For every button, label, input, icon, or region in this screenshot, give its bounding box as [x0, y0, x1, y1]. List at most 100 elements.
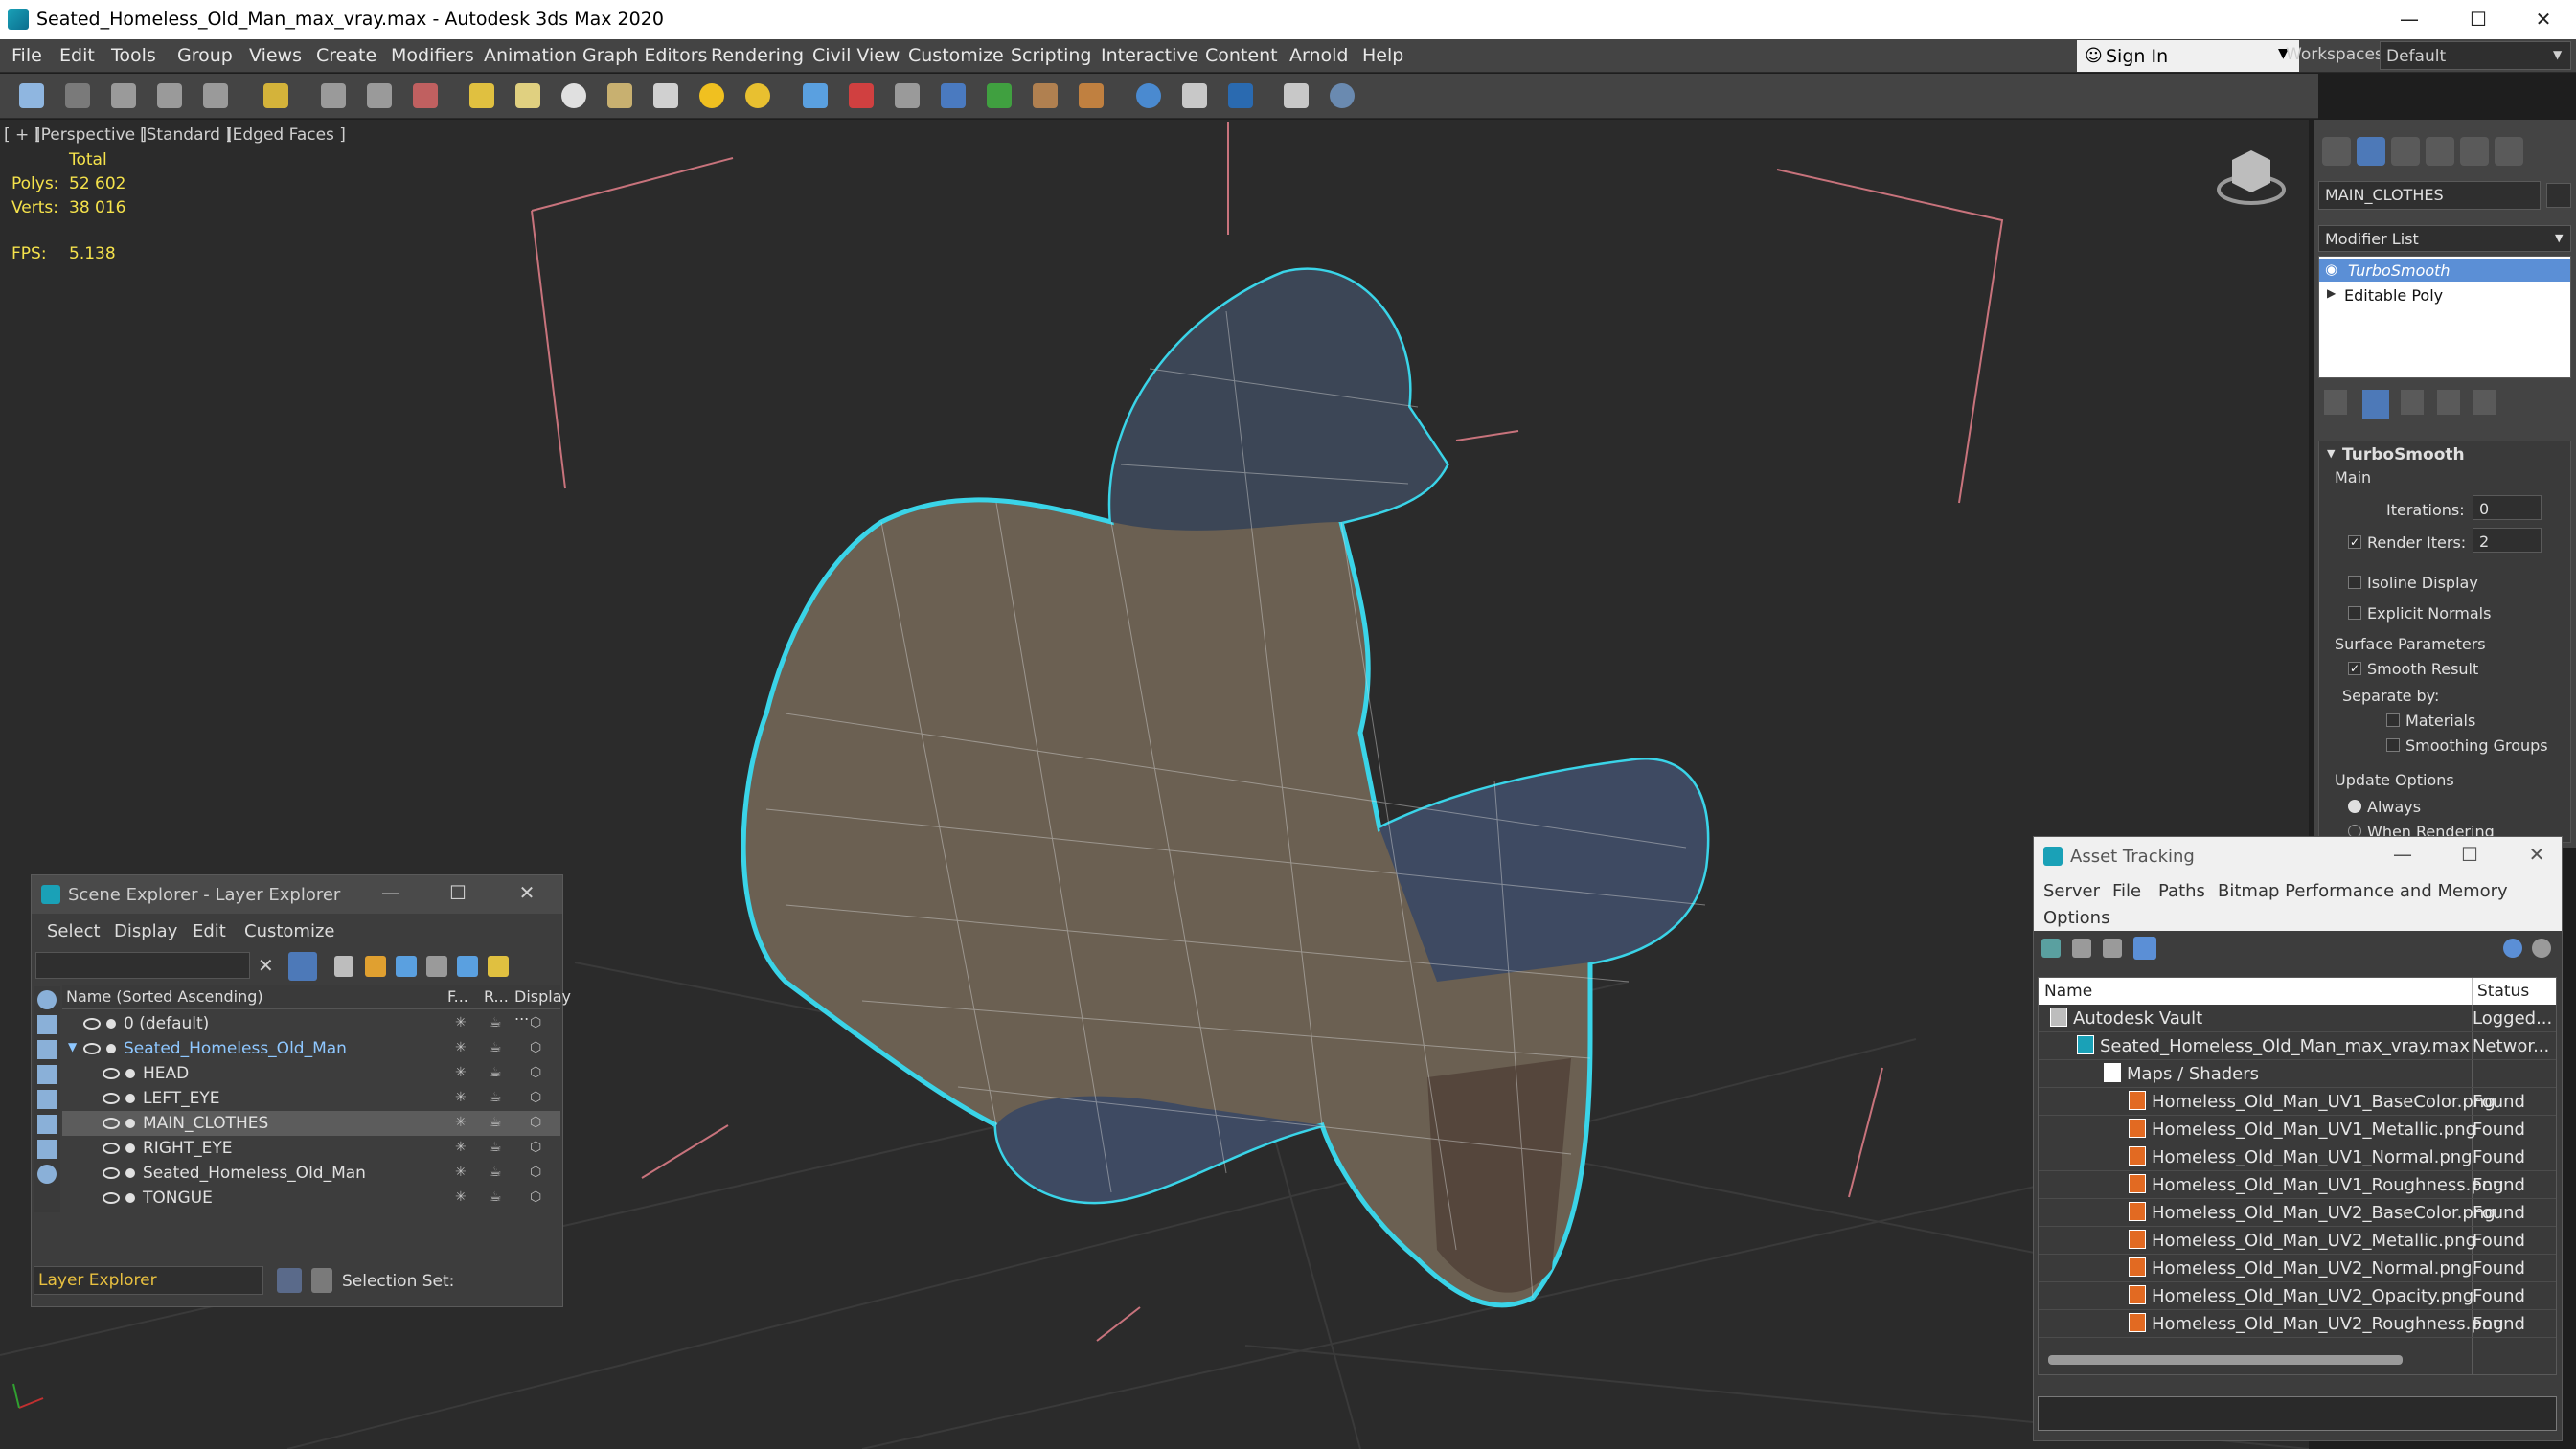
- menu-edit[interactable]: Edit: [59, 45, 95, 66]
- menu-interactive[interactable]: Interactive: [1101, 45, 1198, 66]
- shape-filter-icon[interactable]: [37, 1015, 57, 1034]
- rollout-title[interactable]: TurboSmooth: [2342, 445, 2465, 464]
- light-icon[interactable]: [699, 83, 724, 108]
- sphere-icon[interactable]: [561, 83, 586, 108]
- object-color-swatch[interactable]: [2546, 183, 2571, 208]
- column-freeze[interactable]: F...: [447, 987, 468, 1006]
- utilities-tab-icon[interactable]: [2495, 137, 2523, 166]
- asset-row[interactable]: Maps / Shaders: [2039, 1060, 2556, 1088]
- layer-row[interactable]: LEFT_EYE ✳ ☕ ⬡: [62, 1086, 560, 1111]
- render-icon[interactable]: ☕: [490, 1090, 505, 1105]
- geometry-filter-icon[interactable]: [37, 990, 57, 1009]
- explorer-search-input[interactable]: [35, 952, 250, 979]
- rotate-icon[interactable]: [367, 83, 392, 108]
- viewcube[interactable]: [2217, 150, 2286, 205]
- menu-civil-view[interactable]: Civil View: [812, 45, 900, 66]
- asset-row[interactable]: Homeless_Old_Man_UV1_Roughness.png Found: [2039, 1171, 2556, 1199]
- asset-menu-file[interactable]: File: [2112, 881, 2141, 901]
- freeze-icon[interactable]: ✳: [455, 1165, 470, 1180]
- layer-row[interactable]: ▼ Seated_Homeless_Old_Man ✳ ☕ ⬡: [62, 1036, 560, 1061]
- layers-toggle-icon[interactable]: [277, 1268, 302, 1293]
- object-name-field[interactable]: MAIN_CLOTHES: [2318, 181, 2541, 210]
- eye-icon[interactable]: [103, 1143, 120, 1154]
- freeze-icon[interactable]: ✳: [455, 1065, 470, 1080]
- hair-icon[interactable]: [1079, 83, 1104, 108]
- freeze-icon[interactable]: ✳: [455, 1189, 470, 1205]
- modify-tab-icon[interactable]: [2357, 137, 2385, 166]
- eye-icon[interactable]: [103, 1167, 120, 1179]
- maximize-button[interactable]: ☐: [444, 881, 472, 908]
- helper-icon[interactable]: [895, 83, 920, 108]
- grid-icon[interactable]: [803, 83, 828, 108]
- layer-row[interactable]: HEAD ✳ ☕ ⬡: [62, 1061, 560, 1086]
- layers-icon[interactable]: [457, 956, 478, 977]
- render-icon[interactable]: ☕: [490, 1065, 505, 1080]
- isoline-display-checkbox[interactable]: [2348, 576, 2361, 589]
- helper-filter-icon[interactable]: [37, 1090, 57, 1109]
- box-icon[interactable]: [469, 83, 494, 108]
- menu-customize[interactable]: Customize: [908, 45, 1004, 66]
- hierarchy-tab-icon[interactable]: [2391, 137, 2420, 166]
- asset-row[interactable]: Homeless_Old_Man_UV2_BaseColor.png Found: [2039, 1199, 2556, 1227]
- display-icon[interactable]: ⬡: [530, 1189, 545, 1205]
- configure-modifier-sets-icon[interactable]: [2473, 390, 2496, 415]
- scene-explorer-title-bar[interactable]: Scene Explorer - Layer Explorer — ☐ ✕: [32, 875, 562, 914]
- asset-menu-bitmap-performance[interactable]: Bitmap Performance and Memory: [2218, 881, 2508, 901]
- link-icon[interactable]: [111, 83, 136, 108]
- pin-stack-icon[interactable]: [2324, 390, 2347, 415]
- redo-icon[interactable]: [65, 83, 90, 108]
- asset-menu-options[interactable]: Options: [2043, 908, 2109, 928]
- table-view-icon[interactable]: [2133, 937, 2156, 960]
- minimize-button[interactable]: —: [376, 881, 405, 908]
- display-icon[interactable]: ⬡: [530, 1090, 545, 1105]
- cylinder-icon[interactable]: [515, 83, 540, 108]
- hierarchy-icon[interactable]: [426, 956, 447, 977]
- column-name[interactable]: Name: [2044, 982, 2092, 1001]
- asset-row[interactable]: Seated_Homeless_Old_Man_max_vray.max Netw…: [2039, 1032, 2556, 1060]
- close-button[interactable]: ✕: [2510, 0, 2576, 39]
- eye-icon[interactable]: [103, 1068, 120, 1079]
- explorer-menu-edit[interactable]: Edit: [193, 921, 226, 941]
- render-icon[interactable]: ☕: [490, 1165, 505, 1180]
- explorer-menu-display[interactable]: Display: [114, 921, 177, 941]
- xref-filter-icon[interactable]: [37, 1165, 57, 1184]
- render-setup-icon[interactable]: [1182, 83, 1207, 108]
- light-filter-icon[interactable]: [37, 1040, 57, 1059]
- freeze-icon[interactable]: ✳: [455, 1040, 470, 1055]
- plant-icon[interactable]: [987, 83, 1012, 108]
- eye-icon[interactable]: [103, 1118, 120, 1129]
- menu-content[interactable]: Content: [1205, 45, 1278, 66]
- layer-row[interactable]: Seated_Homeless_Old_Man ✳ ☕ ⬡: [62, 1161, 560, 1186]
- render-iters-checkbox[interactable]: ✓: [2348, 535, 2361, 549]
- render-icon[interactable]: ☕: [490, 1189, 505, 1205]
- help-icon[interactable]: [1330, 83, 1355, 108]
- space-warp-filter-icon[interactable]: [37, 1115, 57, 1134]
- asset-menu-paths[interactable]: Paths: [2158, 881, 2205, 901]
- asset-path-field[interactable]: [2038, 1396, 2557, 1431]
- column-render[interactable]: R...: [484, 987, 509, 1006]
- space-warp-icon[interactable]: [941, 83, 966, 108]
- scale-icon[interactable]: [413, 83, 438, 108]
- render-icon[interactable]: ☕: [490, 1040, 505, 1055]
- iterations-spinner[interactable]: 0: [2473, 495, 2542, 520]
- asset-row[interactable]: Homeless_Old_Man_UV2_Normal.png Found: [2039, 1255, 2556, 1282]
- asset-row[interactable]: Homeless_Old_Man_UV1_Metallic.png Found: [2039, 1116, 2556, 1143]
- asset-row[interactable]: Homeless_Old_Man_UV2_Opacity.png Found: [2039, 1282, 2556, 1310]
- display-icon[interactable]: ⬡: [530, 1040, 545, 1055]
- menu-graph-editors[interactable]: Graph Editors: [582, 45, 707, 66]
- create-layer-icon[interactable]: [365, 956, 386, 977]
- refresh-icon[interactable]: [2041, 939, 2061, 958]
- undo-icon[interactable]: [19, 83, 44, 108]
- cone-icon[interactable]: [653, 83, 678, 108]
- eye-icon[interactable]: ◉: [2325, 260, 2337, 278]
- maximize-button[interactable]: ☐: [2455, 843, 2484, 870]
- menu-group[interactable]: Group: [177, 45, 233, 66]
- close-button[interactable]: ✕: [513, 881, 541, 908]
- explorer-menu-select[interactable]: Select: [47, 921, 101, 941]
- explicit-normals-checkbox[interactable]: [2348, 606, 2361, 620]
- layer-row[interactable]: 0 (default) ✳ ☕ ⬡: [62, 1011, 560, 1036]
- highlight-icon[interactable]: [488, 956, 509, 977]
- explorer-type-dropdown[interactable]: Layer Explorer: [34, 1266, 263, 1295]
- display-icon[interactable]: ⬡: [530, 1065, 545, 1080]
- menu-file[interactable]: File: [11, 45, 42, 66]
